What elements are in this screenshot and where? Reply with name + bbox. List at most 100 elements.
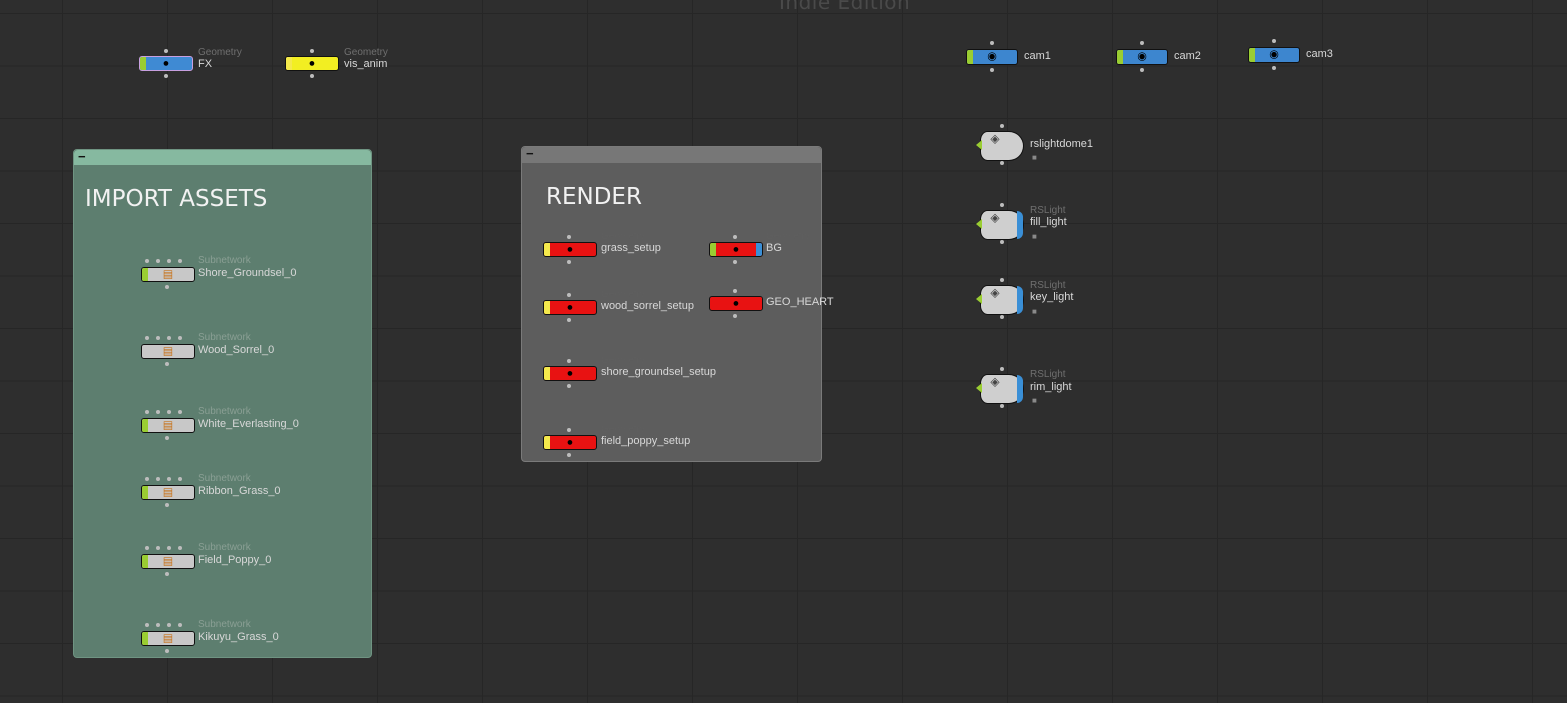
input-connector[interactable]: [567, 235, 571, 239]
node-name-label[interactable]: Wood_Sorrel_0: [198, 344, 274, 356]
output-connector[interactable]: [310, 74, 314, 78]
input-connector[interactable]: [733, 235, 737, 239]
output-connector[interactable]: [1272, 66, 1276, 70]
input-connector[interactable]: [167, 623, 171, 627]
output-connector[interactable]: [567, 260, 571, 264]
input-connector[interactable]: [733, 289, 737, 293]
display-flag[interactable]: [286, 57, 292, 70]
display-flag[interactable]: [976, 140, 982, 150]
output-connector[interactable]: [733, 314, 737, 318]
input-connector[interactable]: [145, 623, 149, 627]
output-connector[interactable]: [165, 285, 169, 289]
input-connector[interactable]: [1000, 203, 1004, 207]
input-connector[interactable]: [178, 477, 182, 481]
node-name-label[interactable]: field_poppy_setup: [601, 435, 690, 447]
node-name-label[interactable]: White_Everlasting_0: [198, 418, 299, 430]
node-name-label[interactable]: wood_sorrel_setup: [601, 300, 694, 312]
input-connector[interactable]: [167, 410, 171, 414]
input-connector[interactable]: [567, 293, 571, 297]
node-name-label[interactable]: cam3: [1306, 48, 1333, 60]
node-name-label[interactable]: shore_groundsel_setup: [601, 366, 716, 378]
display-flag[interactable]: [142, 419, 148, 432]
input-connector[interactable]: [310, 49, 314, 53]
node-name-label[interactable]: cam2: [1174, 50, 1201, 62]
output-connector[interactable]: [165, 436, 169, 440]
output-connector[interactable]: [567, 384, 571, 388]
display-flag[interactable]: [967, 50, 973, 64]
output-connector[interactable]: [1000, 161, 1004, 165]
display-flag[interactable]: [544, 243, 550, 256]
node-name-label[interactable]: Kikuyu_Grass_0: [198, 631, 279, 643]
input-connector[interactable]: [567, 359, 571, 363]
display-flag[interactable]: [544, 367, 550, 380]
display-flag[interactable]: [1117, 50, 1123, 64]
display-flag[interactable]: [142, 486, 148, 499]
output-connector[interactable]: [1000, 404, 1004, 408]
collapse-icon[interactable]: −: [78, 150, 87, 163]
display-flag[interactable]: [976, 219, 982, 229]
output-connector[interactable]: [164, 74, 168, 78]
input-connector[interactable]: [1140, 41, 1144, 45]
input-connector[interactable]: [1000, 278, 1004, 282]
node-name-label[interactable]: GEO_HEART: [766, 296, 834, 308]
display-flag[interactable]: [142, 632, 148, 645]
display-flag[interactable]: [1249, 48, 1255, 62]
input-connector[interactable]: [156, 410, 160, 414]
input-connector[interactable]: [145, 477, 149, 481]
input-connector[interactable]: [167, 546, 171, 550]
input-connector[interactable]: [167, 477, 171, 481]
input-connector[interactable]: [990, 41, 994, 45]
netbox-title-bar[interactable]: [74, 150, 371, 165]
input-connector[interactable]: [178, 336, 182, 340]
input-connector[interactable]: [156, 259, 160, 263]
display-flag[interactable]: [142, 555, 148, 568]
display-flag[interactable]: [976, 294, 982, 304]
input-connector[interactable]: [178, 546, 182, 550]
display-flag[interactable]: [976, 383, 982, 393]
input-connector[interactable]: [1000, 367, 1004, 371]
input-connector[interactable]: [156, 623, 160, 627]
input-connector[interactable]: [156, 336, 160, 340]
input-connector[interactable]: [178, 623, 182, 627]
display-flag[interactable]: [710, 243, 716, 256]
collapse-icon[interactable]: −: [526, 147, 535, 160]
output-connector[interactable]: [165, 503, 169, 507]
output-connector[interactable]: [1000, 240, 1004, 244]
output-connector[interactable]: [1140, 68, 1144, 72]
input-connector[interactable]: [567, 428, 571, 432]
node-name-label[interactable]: Shore_Groundsel_0: [198, 267, 296, 279]
input-connector[interactable]: [156, 546, 160, 550]
input-connector[interactable]: [145, 336, 149, 340]
input-connector[interactable]: [178, 410, 182, 414]
input-connector[interactable]: [1000, 124, 1004, 128]
node-name-label[interactable]: rslightdome1: [1030, 138, 1093, 150]
display-flag[interactable]: [544, 301, 550, 314]
input-connector[interactable]: [145, 546, 149, 550]
netbox-title-bar[interactable]: [522, 147, 821, 163]
input-connector[interactable]: [156, 477, 160, 481]
output-connector[interactable]: [165, 572, 169, 576]
output-connector[interactable]: [165, 362, 169, 366]
input-connector[interactable]: [178, 259, 182, 263]
node-name-label[interactable]: fill_light: [1030, 216, 1067, 228]
input-connector[interactable]: [164, 49, 168, 53]
render-flag[interactable]: [756, 243, 762, 256]
node-name-label[interactable]: key_light: [1030, 291, 1073, 303]
render-flag[interactable]: [756, 297, 762, 310]
node-name-label[interactable]: FX: [198, 58, 212, 70]
display-flag[interactable]: [142, 268, 148, 281]
node-name-label[interactable]: BG: [766, 242, 782, 254]
node-name-label[interactable]: rim_light: [1030, 381, 1072, 393]
node-name-label[interactable]: vis_anim: [344, 58, 387, 70]
output-connector[interactable]: [990, 68, 994, 72]
output-connector[interactable]: [1000, 315, 1004, 319]
output-connector[interactable]: [165, 649, 169, 653]
node-name-label[interactable]: cam1: [1024, 50, 1051, 62]
output-connector[interactable]: [567, 453, 571, 457]
display-flag[interactable]: [140, 57, 146, 70]
node-name-label[interactable]: Field_Poppy_0: [198, 554, 271, 566]
node-name-label[interactable]: Ribbon_Grass_0: [198, 485, 281, 497]
output-connector[interactable]: [567, 318, 571, 322]
input-connector[interactable]: [167, 336, 171, 340]
input-connector[interactable]: [167, 259, 171, 263]
